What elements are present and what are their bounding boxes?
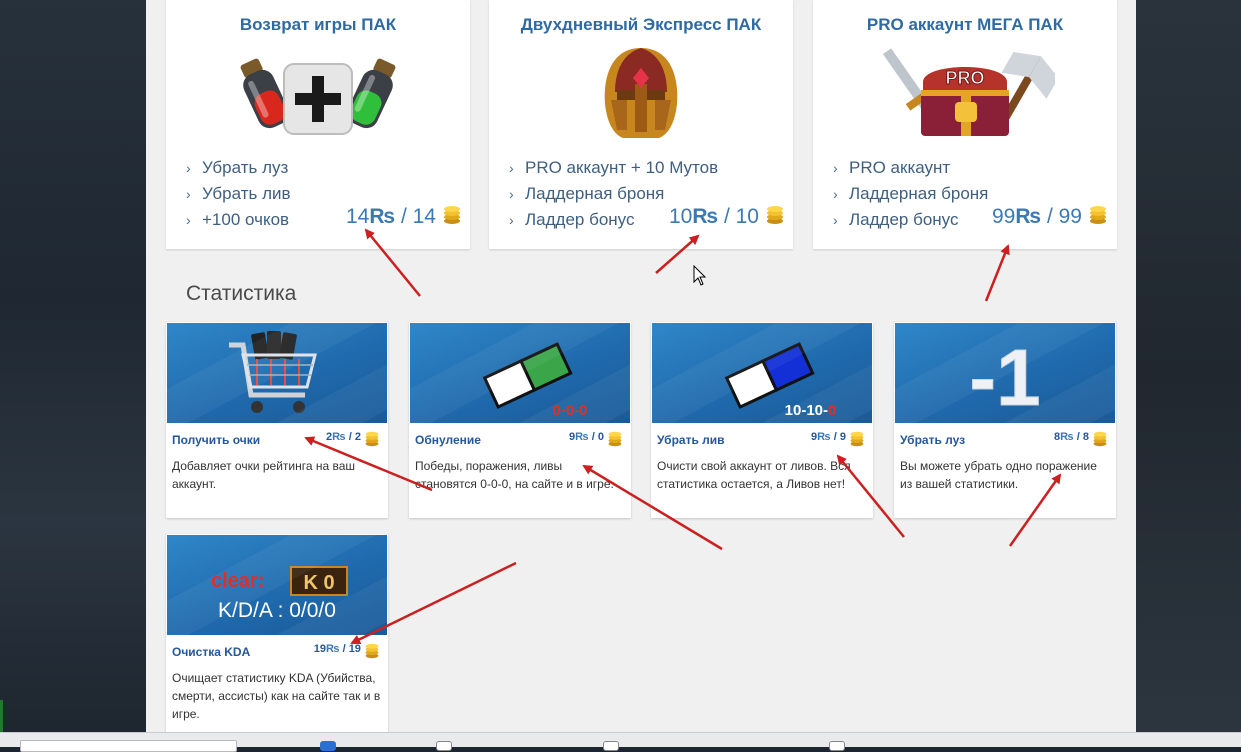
- bottom-text-field[interactable]: [20, 740, 237, 752]
- list-item: › Ладдер бонус: [833, 207, 988, 233]
- pack-card-pro-mega[interactable]: PRO аккаунт МЕГА ПАК PRO › PRO аккаунт › Л…: [813, 0, 1117, 249]
- card-title: Убрать луз: [900, 433, 966, 447]
- card-title: Обнуление: [415, 433, 481, 447]
- card-price[interactable]: 19₨ / 19: [314, 643, 380, 659]
- potions-plus-icon: [240, 58, 396, 135]
- list-item: › Убрать луз: [186, 155, 291, 181]
- chevron-right-icon: ›: [833, 160, 838, 176]
- list-item: › Ладдерная броня: [509, 181, 718, 207]
- rupee-icon: ₨: [332, 431, 346, 443]
- chevron-right-icon: ›: [509, 186, 514, 202]
- pack-title: PRO аккаунт МЕГА ПАК: [866, 15, 1064, 34]
- background-right: [1136, 0, 1241, 746]
- chevron-right-icon: ›: [509, 160, 514, 176]
- rupee-icon: ₨: [817, 431, 831, 443]
- pack-features: › PRO аккаунт › Ладдерная броня › Ладдер бо…: [833, 155, 988, 233]
- pack-card-return[interactable]: Возврат игры ПАК › Убрать луз › Убрать лив…: [166, 0, 470, 249]
- card-image: 10-10- 0: [652, 323, 872, 423]
- card-description: Очищает статистику KDA (Убийства, смерти…: [172, 671, 381, 721]
- chevron-right-icon: ›: [186, 160, 191, 176]
- chevron-right-icon: ›: [833, 212, 838, 228]
- card-description: Победы, поражения, ливы становятся 0-0-0…: [415, 459, 614, 491]
- coins-icon: [850, 431, 864, 447]
- chevron-right-icon: ›: [509, 212, 514, 228]
- card-image: clear: K 0 K/D/A : 0/0/0: [167, 535, 387, 635]
- chevron-right-icon: ›: [186, 212, 191, 228]
- rupee-icon: ₨: [692, 205, 719, 228]
- background-left: [0, 0, 146, 746]
- card-image: [167, 323, 387, 423]
- pack-title: Двухдневный Экспресс ПАК: [520, 15, 762, 34]
- pro-chest-icon: PRO: [882, 48, 1055, 136]
- pack-price[interactable]: 99₨ / 99: [992, 205, 1108, 229]
- list-item: › +100 очков: [186, 207, 291, 233]
- bottom-checkbox[interactable]: [603, 741, 619, 751]
- helmet-icon: [604, 48, 678, 138]
- chevron-right-icon: ›: [186, 186, 191, 202]
- stat-card-remove-leave[interactable]: 10-10- 0 Убрать лив 9₨ / 9 Очисти свой а…: [651, 322, 873, 518]
- card-description: Вы можете убрать одно поражение из вашей…: [900, 459, 1097, 491]
- coins-icon: [608, 431, 622, 447]
- stat-card-remove-loss[interactable]: -1 Убрать луз 8₨ / 8 Вы можете убрать од…: [894, 322, 1116, 518]
- bottom-checkbox[interactable]: [320, 741, 336, 751]
- pack-price[interactable]: 14₨ / 14: [346, 205, 462, 229]
- rupee-icon: ₨: [1015, 205, 1042, 228]
- rupee-icon: ₨: [369, 205, 396, 228]
- pack-title: Возврат игры ПАК: [239, 15, 397, 34]
- pack-card-express[interactable]: Двухдневный Экспресс ПАК › PRO аккаунт + …: [489, 0, 793, 249]
- coins-icon: [365, 431, 379, 447]
- card-price[interactable]: 9₨ / 0: [569, 431, 623, 447]
- card-price[interactable]: 2₨ / 2: [326, 431, 380, 447]
- card-title: Убрать лив: [657, 433, 725, 447]
- card-description: Добавляет очки рейтинга на ваш аккаунт.: [172, 459, 356, 491]
- coins-icon: [1093, 431, 1107, 447]
- card-description: Очисти свой аккаунт от ливов. Вся статис…: [657, 459, 851, 491]
- coins-icon: [365, 643, 379, 659]
- bottom-checkbox[interactable]: [829, 741, 845, 751]
- list-item: › PRO аккаунт: [833, 155, 988, 181]
- pack-price[interactable]: 10₨ / 10: [669, 205, 785, 229]
- mouse-cursor-icon: [693, 265, 707, 286]
- chevron-right-icon: ›: [833, 186, 838, 202]
- coins-icon: [443, 206, 460, 224]
- list-item: › Убрать лив: [186, 181, 291, 207]
- card-price[interactable]: 8₨ / 8: [1054, 431, 1108, 447]
- card-title: Очистка KDA: [172, 645, 251, 659]
- rupee-icon: ₨: [326, 643, 340, 655]
- rupee-icon: ₨: [575, 431, 589, 443]
- card-image: 0-0-0: [410, 323, 630, 423]
- card-title: Получить очки: [172, 433, 261, 447]
- stat-card-get-points[interactable]: Получить очки 2₨ / 2 Добавляет очки рейт…: [166, 322, 388, 518]
- coins-icon: [1089, 206, 1106, 224]
- rupee-icon: ₨: [1060, 431, 1074, 443]
- stat-card-clear-kda[interactable]: clear: K 0 K/D/A : 0/0/0 Очистка KDA 19₨…: [166, 534, 388, 734]
- stat-card-reset[interactable]: 0-0-0 Обнуление 9₨ / 0 Победы, поражения…: [409, 322, 631, 518]
- card-price[interactable]: 9₨ / 9: [811, 431, 865, 447]
- pack-features: › Убрать луз › Убрать лив › +100 очков: [186, 155, 291, 233]
- section-title-statistics: Статистика: [186, 282, 297, 305]
- list-item: › PRO аккаунт + 10 Мутов: [509, 155, 718, 181]
- card-image: -1: [895, 323, 1115, 423]
- coins-icon: [766, 206, 783, 224]
- kda-box-text: K 0: [303, 572, 334, 594]
- svg-text:PRO: PRO: [945, 68, 984, 88]
- bottom-checkbox[interactable]: [436, 741, 452, 751]
- list-item: › Ладдерная броня: [833, 181, 988, 207]
